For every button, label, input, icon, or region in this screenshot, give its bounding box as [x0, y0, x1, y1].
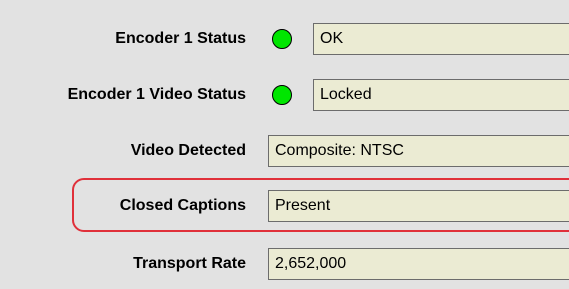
video-detected-label: Video Detected — [130, 142, 246, 159]
encoder-1-video-status-field[interactable]: Locked — [313, 79, 569, 111]
encoder-1-status-label: Encoder 1 Status — [115, 30, 246, 47]
row-closed-captions: Closed Captions Present — [0, 189, 569, 223]
transport-rate-field[interactable]: 2,652,000 — [268, 248, 569, 280]
encoder-1-status-field[interactable]: OK — [313, 23, 569, 55]
row-video-detected: Video Detected Composite: NTSC — [0, 134, 569, 168]
row-encoder-1-status: Encoder 1 Status OK — [0, 22, 569, 56]
row-transport-rate: Transport Rate 2,652,000 — [0, 247, 569, 281]
status-led-icon — [272, 29, 292, 49]
video-detected-field[interactable]: Composite: NTSC — [268, 135, 569, 167]
video-status-led-icon — [272, 85, 292, 105]
transport-rate-label: Transport Rate — [133, 255, 246, 272]
row-encoder-1-video-status: Encoder 1 Video Status Locked — [0, 78, 569, 112]
closed-captions-label: Closed Captions — [119, 197, 246, 214]
closed-captions-field[interactable]: Present — [268, 190, 569, 222]
encoder-1-video-status-label: Encoder 1 Video Status — [67, 86, 246, 103]
